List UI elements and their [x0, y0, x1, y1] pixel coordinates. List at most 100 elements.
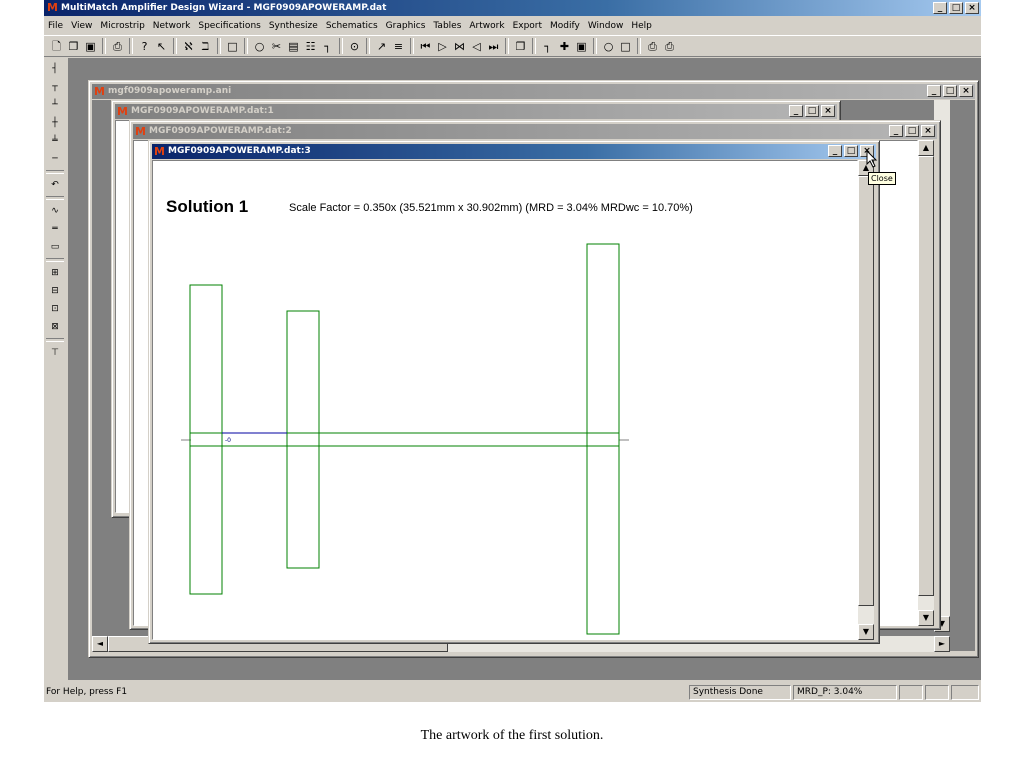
first-icon[interactable]: ⏮ [417, 38, 434, 55]
main-toolbar: 🗋 ❐ ▣ ⎙ ? ↖ ℵ ℶ □ ○ ✂ ▤ ☷ ┐ ⊙ ↗ ≡ ⏮ ▷ ⋈ … [44, 35, 981, 57]
status-pane-empty [899, 685, 923, 700]
print-preview-icon[interactable]: ⎙ [644, 38, 661, 55]
restore-button[interactable]: □ [844, 145, 858, 157]
scroll-left-button[interactable]: ◄ [92, 636, 108, 652]
app-titlebar[interactable]: M MultiMatch Amplifier Design Wizard - M… [44, 0, 981, 16]
close-button[interactable]: × [965, 2, 979, 14]
capacitor-icon[interactable]: ═ [44, 220, 66, 238]
minimize-button[interactable]: _ [789, 105, 803, 117]
menu-file[interactable]: File [44, 21, 67, 31]
series-line-icon[interactable]: ┤ [44, 60, 66, 78]
minimize-button[interactable]: _ [828, 145, 842, 157]
minimize-button[interactable]: _ [927, 85, 941, 97]
open-folder-icon[interactable]: ❐ [65, 38, 82, 55]
menu-view[interactable]: View [67, 21, 96, 31]
restore-button[interactable]: □ [905, 125, 919, 137]
scroll-up-button[interactable]: ▲ [918, 140, 934, 156]
box-icon[interactable]: ▣ [573, 38, 590, 55]
stub-2 [286, 310, 320, 569]
transistor-icon[interactable]: ⊠ [44, 318, 66, 336]
schematic-icon[interactable]: ┐ [319, 38, 336, 55]
vertical-scrollbar[interactable]: ▲ ▼ [918, 140, 934, 626]
open-stub-icon[interactable]: ┴ [44, 96, 66, 114]
copy-icon[interactable]: ❐ [512, 38, 529, 55]
target-icon[interactable]: ⊙ [346, 38, 363, 55]
window-logo-icon: M [135, 125, 146, 138]
square-icon[interactable]: □ [617, 38, 634, 55]
menu-specifications[interactable]: Specifications [194, 21, 264, 31]
menu-tables[interactable]: Tables [429, 21, 465, 31]
window-ani-titlebar[interactable]: M mgf0909apoweramp.ani _ □ × [92, 84, 975, 99]
plus-node-icon[interactable]: ✚ [556, 38, 573, 55]
restore-button[interactable]: □ [943, 85, 957, 97]
minus-icon[interactable]: ⊟ [44, 282, 66, 300]
toolbar-separator [129, 38, 133, 54]
scissors-icon[interactable]: ✂ [268, 38, 285, 55]
bracket-icon[interactable]: ┐ [539, 38, 556, 55]
close-button[interactable]: × [921, 125, 935, 137]
dot-icon[interactable]: ⊡ [44, 300, 66, 318]
export-icon[interactable]: ⎙ [661, 38, 678, 55]
minimize-button[interactable]: _ [933, 2, 947, 14]
circle-icon[interactable]: ○ [251, 38, 268, 55]
restore-button[interactable]: □ [949, 2, 963, 14]
context-help-icon[interactable]: ↖ [153, 38, 170, 55]
scroll-right-button[interactable]: ► [934, 636, 950, 652]
plus-icon[interactable]: ⊞ [44, 264, 66, 282]
undo-icon[interactable]: ↶ [44, 176, 66, 194]
minimize-button[interactable]: _ [889, 125, 903, 137]
prev-icon[interactable]: ◁ [468, 38, 485, 55]
artwork-icon[interactable]: ℵ [180, 38, 197, 55]
tee-icon[interactable]: ╧ [44, 132, 66, 150]
menu-window[interactable]: Window [584, 21, 628, 31]
app-window: M MultiMatch Amplifier Design Wizard - M… [44, 0, 981, 702]
grid-icon[interactable]: ▤ [285, 38, 302, 55]
vertical-scroll-thumb[interactable] [858, 176, 874, 606]
artwork-alt-icon[interactable]: ℶ [197, 38, 214, 55]
shunt-stub-icon[interactable]: ┬ [44, 78, 66, 96]
status-synthesis: Synthesis Done [689, 685, 791, 700]
app-logo-icon: M [47, 1, 58, 14]
menu-network[interactable]: Network [149, 21, 195, 31]
restore-button[interactable]: □ [805, 105, 819, 117]
menu-modify[interactable]: Modify [546, 21, 584, 31]
scroll-down-button[interactable]: ▼ [858, 624, 874, 640]
menu-graphics[interactable]: Graphics [382, 21, 430, 31]
vertical-scrollbar[interactable]: ▲ ▼ [858, 160, 874, 640]
scroll-down-button[interactable]: ▼ [918, 610, 934, 626]
help-icon[interactable]: ? [136, 38, 153, 55]
tune-icon[interactable]: ↗ [373, 38, 390, 55]
last-icon[interactable]: ⏭ [485, 38, 502, 55]
next-icon[interactable]: ⋈ [451, 38, 468, 55]
menu-schematics[interactable]: Schematics [322, 21, 382, 31]
network-icon[interactable]: ☷ [302, 38, 319, 55]
artwork-canvas[interactable]: Solution 1 Scale Factor = 0.350x (35.521… [152, 160, 858, 640]
layout-icon[interactable]: □ [224, 38, 241, 55]
menu-artwork[interactable]: Artwork [465, 21, 508, 31]
short-stub-icon[interactable]: ┼ [44, 114, 66, 132]
close-button[interactable]: × [821, 105, 835, 117]
menu-microstrip[interactable]: Microstrip [96, 21, 148, 31]
window-dat2-titlebar[interactable]: M MGF0909APOWERAMP.dat:2 _ □ × [133, 124, 937, 139]
menu-help[interactable]: Help [627, 21, 656, 31]
save-icon[interactable]: ▣ [82, 38, 99, 55]
menu-synthesize[interactable]: Synthesize [265, 21, 322, 31]
menu-export[interactable]: Export [509, 21, 546, 31]
sweep-icon[interactable]: ≡ [390, 38, 407, 55]
resistor-icon[interactable]: ∿ [44, 202, 66, 220]
print-icon[interactable]: ⎙ [109, 38, 126, 55]
new-file-icon[interactable]: 🗋 [48, 38, 65, 55]
window-dat3-titlebar[interactable]: M MGF0909APOWERAMP.dat:3 _ □ × [152, 144, 876, 159]
figure-caption: The artwork of the first solution. [420, 728, 604, 743]
antenna-icon[interactable]: ⊤ [44, 344, 66, 362]
window-dat1-titlebar[interactable]: M MGF0909APOWERAMP.dat:1 _ □ × [115, 104, 837, 119]
vertical-scroll-thumb[interactable] [918, 156, 934, 596]
close-button[interactable]: × [959, 85, 973, 97]
left-toolbar-separator [46, 170, 64, 174]
coupled-line-icon[interactable]: ─ [44, 150, 66, 168]
status-pane-empty [951, 685, 979, 700]
window-dat3[interactable]: M MGF0909APOWERAMP.dat:3 _ □ × Solution … [148, 140, 880, 644]
play-icon[interactable]: ▷ [434, 38, 451, 55]
ring-icon[interactable]: ○ [600, 38, 617, 55]
inductor-icon[interactable]: ▭ [44, 238, 66, 256]
